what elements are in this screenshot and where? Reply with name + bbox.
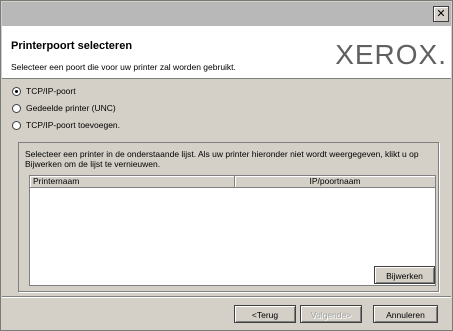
radio-button-checked[interactable]	[12, 86, 21, 96]
port-selection-dialog: ✕ Printerpoort selecteren Selecteer een …	[0, 0, 453, 331]
page-title: Printerpoort selecteren	[11, 40, 133, 52]
page-subtitle: Selecteer een poort die voor uw printer …	[11, 62, 236, 72]
printer-list-panel: Selecteer een printer in de onderstaande…	[18, 142, 439, 292]
radio-tcpip-port[interactable]: TCP/IP-poort	[12, 85, 76, 97]
next-button[interactable]: Volgende>	[300, 305, 362, 323]
radio-label: TCP/IP-poort toevoegen.	[26, 120, 121, 130]
radio-label: TCP/IP-poort	[26, 86, 76, 96]
radio-label: Gedeelde printer (UNC)	[26, 103, 116, 113]
cancel-button[interactable]: Annuleren	[373, 305, 438, 323]
radio-shared-printer[interactable]: Gedeelde printer (UNC)	[12, 102, 116, 114]
radio-button[interactable]	[12, 120, 21, 130]
column-header-ip-port[interactable]: IP/poortnaam	[235, 176, 435, 187]
refresh-button[interactable]: Bijwerken	[374, 266, 435, 284]
radio-add-tcpip-port[interactable]: TCP/IP-poort toevoegen.	[12, 119, 120, 131]
back-button[interactable]: <Terug	[234, 305, 296, 323]
column-header-printer-name[interactable]: Printernaam	[30, 176, 235, 187]
xerox-logo: XEROX.	[335, 39, 447, 70]
radio-button[interactable]	[12, 103, 21, 113]
dialog-header: Printerpoort selecteren Selecteer een po…	[2, 26, 451, 79]
close-icon[interactable]: ✕	[433, 6, 449, 22]
printer-list-instructions: Selecteer een printer in de onderstaande…	[25, 149, 419, 169]
printer-list-header: Printernaam IP/poortnaam	[30, 176, 435, 188]
footer-separator	[2, 296, 451, 298]
title-bar: ✕	[2, 2, 451, 26]
